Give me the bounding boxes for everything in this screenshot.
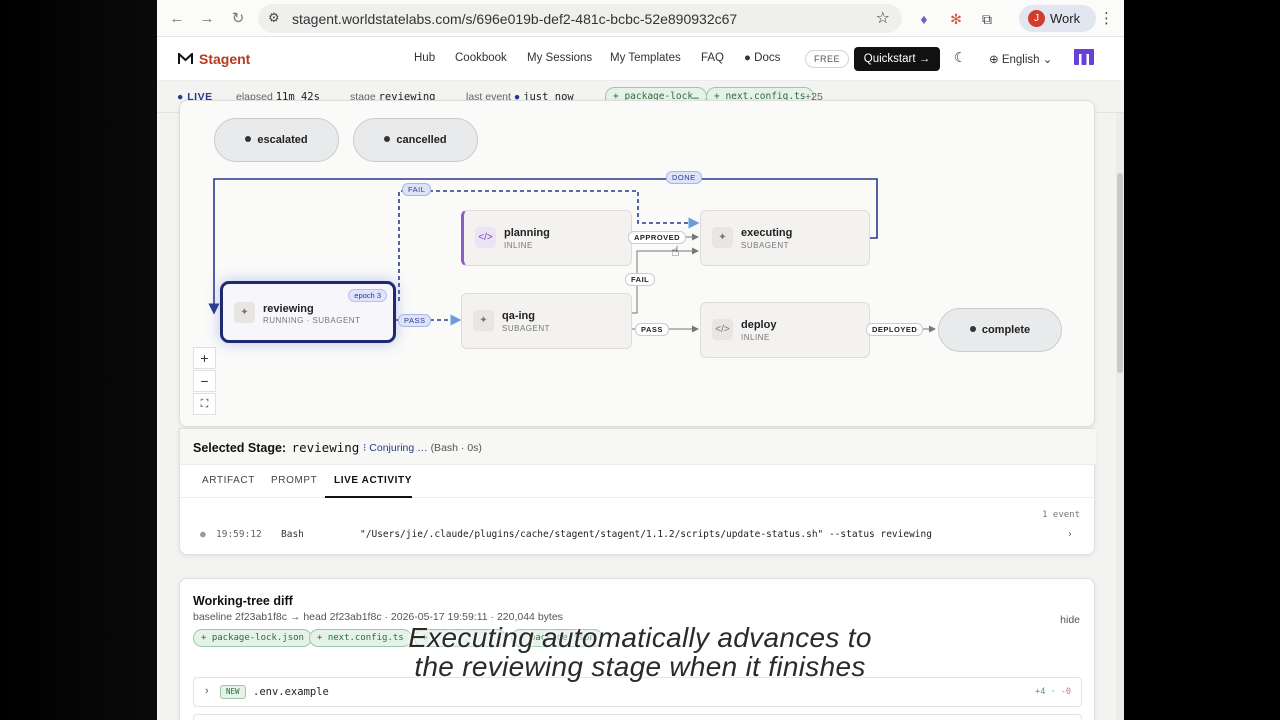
- nav-hub[interactable]: Hub: [414, 52, 435, 64]
- avatar: J: [1028, 10, 1045, 27]
- edge-label-pass: PASS: [398, 314, 432, 327]
- brand-logo[interactable]: Stagent: [178, 51, 250, 67]
- event-tool: Bash: [281, 529, 304, 540]
- extension-icon[interactable]: ♦: [914, 9, 934, 29]
- sparkle-icon: ✦: [712, 227, 733, 248]
- profile-label: Work: [1050, 11, 1081, 26]
- active-tab-indicator: [325, 496, 412, 498]
- tab-artifact[interactable]: ARTIFACT: [202, 475, 255, 486]
- theme-toggle-icon[interactable]: ☾: [954, 49, 967, 66]
- fit-view-button[interactable]: ⛶: [193, 393, 216, 415]
- browser-menu-icon[interactable]: ⋮: [1099, 9, 1114, 27]
- workflow-graph-canvas[interactable]: escalated cancelled FAIL DONE </> planni…: [179, 100, 1095, 427]
- claude-extension-icon[interactable]: ✻: [946, 9, 966, 29]
- edge-label-fail-qa: FAIL: [625, 273, 656, 286]
- nav-docs[interactable]: ● Docs: [744, 52, 780, 64]
- activity-row[interactable]: ● 19:59:12 Bash "/Users/jie/.claude/plug…: [180, 526, 1096, 546]
- scrollbar-thumb[interactable]: [1117, 173, 1123, 373]
- terminal-escalated[interactable]: escalated: [214, 118, 339, 162]
- stage-node-deploy[interactable]: </> deploy INLINE: [700, 302, 870, 358]
- stage-tabs: ARTIFACT PROMPT LIVE ACTIVITY: [180, 465, 1096, 498]
- conjuring-status: ⁝ Conjuring … (Bash · 0s): [363, 442, 482, 454]
- terminal-complete[interactable]: complete: [938, 308, 1062, 352]
- free-badge: FREE: [805, 50, 850, 68]
- diff-title: Working-tree diff: [193, 594, 293, 608]
- event-time: 19:59:12: [216, 529, 262, 540]
- brand-name: Stagent: [199, 51, 251, 67]
- diff-file-row[interactable]: [193, 714, 1082, 720]
- nav-my-sessions[interactable]: My Sessions: [527, 52, 592, 64]
- tab-prompt[interactable]: PROMPT: [271, 475, 317, 486]
- site-settings-icon[interactable]: ⚙: [268, 10, 280, 26]
- selected-stage-header: Selected Stage: reviewing ⁝ Conjuring … …: [180, 429, 1096, 465]
- globe-icon: ⊕: [989, 54, 999, 66]
- stage-node-executing[interactable]: ✦ executing SUBAGENT: [700, 210, 870, 266]
- event-command: "/Users/jie/.claude/plugins/cache/stagen…: [360, 529, 932, 540]
- quickstart-button[interactable]: Quickstart →: [854, 47, 940, 71]
- left-letterbox: [0, 0, 157, 720]
- partner-logo-icon: [1074, 49, 1094, 65]
- profile-button[interactable]: J Work: [1019, 5, 1096, 32]
- event-dot-icon: ●: [200, 529, 206, 540]
- github-icon: ●: [744, 52, 751, 64]
- right-letterbox: [1124, 0, 1280, 720]
- code-icon: </>: [475, 227, 496, 248]
- file-name: .env.example: [253, 686, 329, 698]
- mouse-pointer-icon: ☝: [671, 243, 680, 259]
- selected-stage-title: Selected Stage: reviewing: [193, 440, 360, 455]
- nav-cookbook[interactable]: Cookbook: [455, 52, 507, 64]
- zoom-out-button[interactable]: −: [193, 370, 216, 392]
- code-icon: </>: [712, 319, 733, 340]
- back-icon[interactable]: ←: [167, 9, 187, 29]
- edge-label-pass-qa: PASS: [635, 323, 669, 336]
- nav-faq[interactable]: FAQ: [701, 52, 724, 64]
- bookmark-star-icon[interactable]: ☆: [876, 8, 890, 28]
- event-count: 1 event: [1042, 510, 1080, 520]
- tab-live-activity[interactable]: LIVE ACTIVITY: [334, 475, 412, 486]
- zoom-in-button[interactable]: +: [193, 347, 216, 369]
- epoch-badge: epoch 3: [348, 289, 387, 302]
- nav-my-templates[interactable]: My Templates: [610, 52, 681, 64]
- app-header: Stagent Hub Cookbook My Sessions My Temp…: [157, 37, 1124, 81]
- browser-toolbar: ← → ↻ ⚙ stagent.worldstatelabs.com/s/696…: [157, 0, 1124, 37]
- chevron-right-icon[interactable]: ›: [205, 685, 209, 697]
- stage-node-planning[interactable]: </> planning INLINE: [461, 210, 632, 266]
- chevron-down-icon: ⌄: [1042, 54, 1053, 66]
- edge-label-deployed: DEPLOYED: [866, 323, 924, 336]
- browser-window: ← → ↻ ⚙ stagent.worldstatelabs.com/s/696…: [157, 0, 1124, 720]
- url-text: stagent.worldstatelabs.com/s/696e019b-de…: [292, 11, 738, 27]
- edge-label-fail: FAIL: [402, 183, 432, 196]
- address-bar[interactable]: ⚙ stagent.worldstatelabs.com/s/696e019b-…: [258, 4, 902, 33]
- language-select[interactable]: ⊕ English ⌄: [989, 52, 1052, 66]
- logo-icon: [178, 53, 193, 64]
- selected-stage-panel: Selected Stage: reviewing ⁝ Conjuring … …: [179, 428, 1096, 555]
- video-caption: Executing automatically advances to the …: [408, 622, 872, 682]
- terminal-cancelled[interactable]: cancelled: [353, 118, 478, 162]
- sparkle-icon: ✦: [234, 302, 255, 323]
- forward-icon[interactable]: →: [197, 9, 217, 29]
- reload-icon[interactable]: ↻: [228, 9, 248, 29]
- sparkle-icon: ✦: [473, 310, 494, 331]
- stage-node-qa-ing[interactable]: ✦ qa-ing SUBAGENT: [461, 293, 632, 349]
- stage-node-reviewing[interactable]: epoch 3 ✦ reviewing RUNNING · SUBAGENT: [220, 281, 396, 343]
- puzzle-icon[interactable]: ⧉: [977, 9, 997, 29]
- edge-label-done: DONE: [666, 171, 702, 184]
- file-stats: +4 · -0: [1035, 687, 1071, 697]
- chevron-right-icon[interactable]: ›: [1067, 529, 1073, 540]
- new-file-badge: NEW: [220, 685, 246, 699]
